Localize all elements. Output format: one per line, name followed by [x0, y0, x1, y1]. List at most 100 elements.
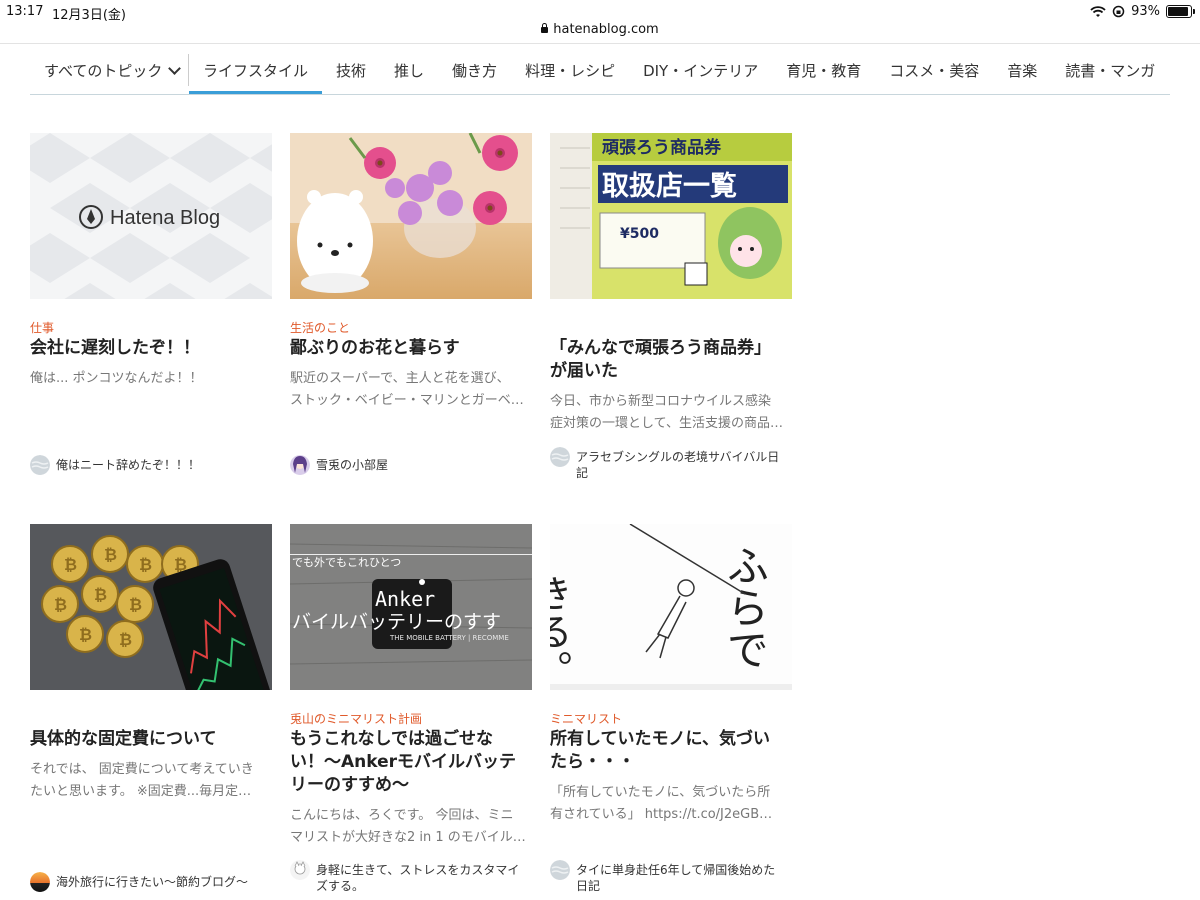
chevron-down-icon: [168, 62, 182, 75]
orientation-lock-icon: [1112, 5, 1125, 18]
blog-name: 雪兎の小部屋: [316, 458, 389, 472]
battery-icon: [1166, 5, 1195, 18]
avatar: [550, 447, 570, 467]
article-category[interactable]: [550, 319, 792, 335]
article-title[interactable]: 「みんなで頑張ろう商品券」 が届いた: [550, 337, 792, 383]
blog-author[interactable]: 海外旅行に行きたい〜節約ブログ〜: [30, 872, 249, 892]
all-topics-dropdown[interactable]: すべてのトピック: [44, 60, 182, 81]
status-date: 12月3日(金): [52, 8, 126, 23]
tab-music[interactable]: 音楽: [993, 44, 1051, 94]
battery-percent: 93%: [1131, 4, 1160, 19]
article-title[interactable]: 所有していたモノに、気づい たら・・・: [550, 728, 792, 774]
article-category[interactable]: ミニマリスト: [550, 710, 792, 726]
status-time: 13:17: [6, 4, 44, 19]
article-category[interactable]: 生活のこと: [290, 319, 532, 335]
avatar: [290, 860, 310, 880]
article-excerpt: 俺は... ポンコツなんだよ！！: [30, 371, 203, 386]
svg-text:₿: ₿: [54, 595, 67, 614]
svg-text:₿: ₿: [79, 625, 92, 644]
svg-text:でも外でもこれひとつ: でも外でもこれひとつ: [292, 556, 401, 569]
anker-battery-image: でも外でもこれひとつ Anker バイルバッテリーのすす THE MOBILE …: [290, 524, 532, 690]
avatar: [30, 455, 50, 475]
article-card[interactable]: 生活のこと 鄙ぶりのお花と暮らす 駅近のスーパーで、主人と花を選び、 ストック・ベ…: [290, 133, 532, 475]
topic-tabs: ライフスタイル 技術 推し 働き方 料理・レシピ DIY・インテリア 育児・教育…: [189, 44, 1170, 94]
voucher-flyer-photo: 頑張ろう商品券 取扱店一覧 ¥500: [550, 133, 792, 299]
article-card[interactable]: 頑張ろう商品券 取扱店一覧 ¥500 「みんなで頑張ろう商品券」 が届いた 今日、…: [550, 133, 792, 480]
article-thumbnail[interactable]: でも外でもこれひとつ Anker バイルバッテリーのすす THE MOBILE …: [290, 524, 532, 690]
article-thumbnail[interactable]: ₿ ₿ ₿ ₿ ₿ ₿ ₿ ₿ ₿: [30, 524, 272, 690]
svg-text:₿: ₿: [94, 585, 107, 604]
tab-work-style[interactable]: 働き方: [438, 44, 511, 94]
blog-name: 海外旅行に行きたい〜節約ブログ〜: [56, 875, 249, 889]
blog-author[interactable]: 雪兎の小部屋: [290, 455, 389, 475]
blog-name: 身軽に生きて、ストレスをカスタマイ: [316, 863, 520, 877]
article-thumbnail[interactable]: 頑張ろう商品券 取扱店一覧 ¥500: [550, 133, 792, 299]
address-bar[interactable]: hatenablog.com: [0, 22, 1200, 42]
tab-diy-interior[interactable]: DIY・インテリア: [629, 44, 772, 94]
svg-text:₿: ₿: [64, 555, 77, 574]
topic-nav: すべてのトピック ライフスタイル 技術 推し 働き方 料理・レシピ DIY・イン…: [30, 44, 1170, 95]
article-title[interactable]: もうこれなしでは過ごせな い！〜Ankerモバイルバッテ リーのすすめ〜: [290, 728, 532, 797]
lock-icon: [541, 23, 549, 33]
all-topics-label: すべてのトピック: [44, 62, 163, 80]
article-card[interactable]: でも外でもこれひとつ Anker バイルバッテリーのすす THE MOBILE …: [290, 524, 532, 893]
manga-illustration: きる。 ふらで: [550, 524, 792, 690]
svg-text:₿: ₿: [129, 595, 142, 614]
blog-name: アラセブシングルの老境サバイバル日: [576, 450, 780, 464]
tab-oshi[interactable]: 推し: [380, 44, 438, 94]
svg-text:きる。: きる。: [550, 574, 572, 688]
url-text: hatenablog.com: [553, 22, 659, 37]
blog-author[interactable]: 俺はニート辞めたぞ！！！: [30, 455, 201, 475]
tab-books-manga[interactable]: 読書・マンガ: [1051, 44, 1169, 94]
article-excerpt: 今日、市から新型コロナウイルス感染 症対策の一環として、生活支援の商品…: [550, 394, 783, 431]
article-thumbnail[interactable]: [290, 133, 532, 299]
blog-name: タイに単身赴任6年して帰国後始めた: [576, 863, 776, 877]
wifi-icon: [1090, 5, 1106, 17]
blog-name: 俺はニート辞めたぞ！！！: [56, 458, 201, 472]
battery-level: [1168, 7, 1188, 16]
tab-movies[interactable]: 映画: [1169, 44, 1170, 94]
svg-text:₿: ₿: [139, 555, 152, 574]
blog-author[interactable]: タイに単身赴任6年して帰国後始めた 日記: [550, 860, 776, 894]
hatena-blog-logo-text: Hatena Blog: [110, 207, 220, 229]
svg-text:取扱店一覧: 取扱店一覧: [602, 171, 737, 202]
status-indicators: 93%: [1090, 4, 1195, 19]
bitcoin-phone-photo: ₿₿₿ ₿ ₿₿₿₿ ₿: [30, 524, 272, 690]
article-card[interactable]: きる。 ふらで ミニマリスト 所有していたモノに、気づい たら・・・ 「所有してい…: [550, 524, 792, 893]
svg-text:バイルバッテリーのすす: バイルバッテリーのすす: [292, 611, 501, 633]
avatar: [30, 872, 50, 892]
article-title[interactable]: 具体的な固定費について: [30, 728, 272, 751]
article-card[interactable]: Hatena Blog 仕事 会社に遅刻したぞ！！ 俺は... ポンコツなんだよ…: [30, 133, 272, 475]
article-title[interactable]: 鄙ぶりのお花と暮らす: [290, 337, 532, 360]
tab-tech[interactable]: 技術: [322, 44, 380, 94]
article-title[interactable]: 会社に遅刻したぞ！！: [30, 337, 272, 360]
hatena-logo-image: Hatena Blog: [30, 133, 272, 299]
article-thumbnail[interactable]: きる。 ふらで: [550, 524, 792, 690]
blog-author[interactable]: 身軽に生きて、ストレスをカスタマイ ズする。: [290, 860, 520, 894]
svg-text:₿: ₿: [104, 545, 117, 564]
svg-text:ふらで: ふらで: [721, 544, 770, 670]
svg-text:¥500: ¥500: [620, 226, 659, 242]
article-thumbnail[interactable]: Hatena Blog: [30, 133, 272, 299]
avatar: [550, 860, 570, 880]
flowers-photo: [290, 133, 532, 293]
article-excerpt: こんにちは、ろくです。 今回は、ミニ マリストが大好きな2 in 1 のモバイル…: [290, 808, 526, 845]
tab-cosmetics[interactable]: コスメ・美容: [875, 44, 993, 94]
tab-cooking[interactable]: 料理・レシピ: [511, 44, 629, 94]
article-category[interactable]: [30, 710, 272, 726]
article-excerpt: 「所有していたモノに、気づいたら所 有されている」 https://t.co/J2…: [550, 785, 773, 822]
article-excerpt: 駅近のスーパーで、主人と花を選び、 ストック・ベイビー・マリンとガーベ…: [290, 371, 524, 408]
svg-text:Anker: Anker: [375, 587, 435, 611]
article-category[interactable]: 兎山のミニマリスト計画: [290, 710, 532, 726]
article-card[interactable]: ₿ ₿ ₿ ₿ ₿ ₿ ₿ ₿ ₿ 具体的な固定費について それでは、 固定費について考えてい…: [30, 524, 272, 892]
blog-author[interactable]: アラセブシングルの老境サバイバル日記: [550, 447, 780, 481]
svg-text:頑張ろう商品券: 頑張ろう商品券: [601, 137, 722, 158]
article-category[interactable]: 仕事: [30, 319, 272, 335]
tab-lifestyle[interactable]: ライフスタイル: [189, 44, 323, 94]
status-bar: 13:17 12月3日(金) 93%: [0, 0, 1200, 24]
svg-text:THE MOBILE BATTERY | RECOMME: THE MOBILE BATTERY | RECOMME: [389, 634, 509, 642]
article-excerpt: それでは、 固定費について考えていき たいと思います。 ※固定費...毎月定…: [30, 762, 254, 799]
tab-parenting[interactable]: 育児・教育: [772, 44, 875, 94]
svg-text:₿: ₿: [119, 630, 132, 649]
avatar: [290, 455, 310, 475]
